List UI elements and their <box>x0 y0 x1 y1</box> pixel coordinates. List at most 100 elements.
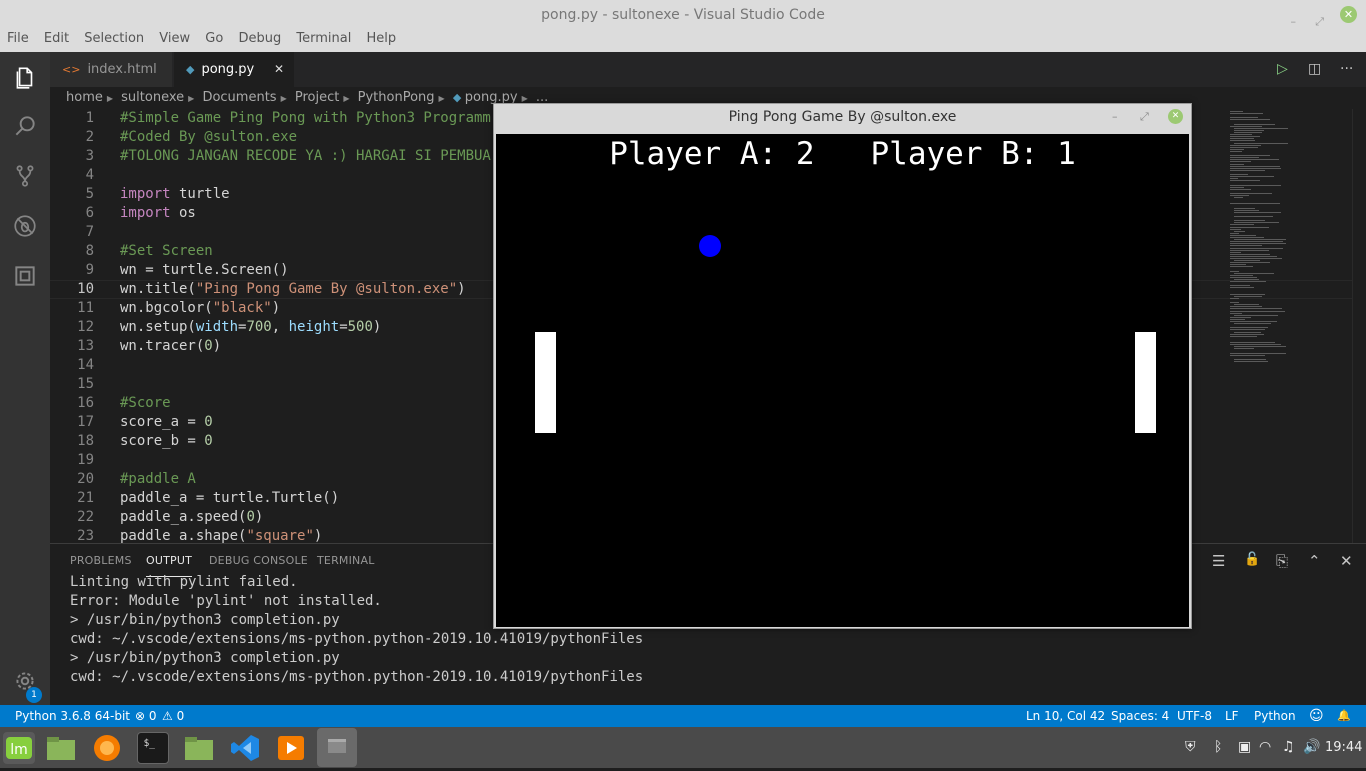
svg-text:$_: $_ <box>144 738 156 749</box>
pong-close-button[interactable]: ✕ <box>1168 109 1183 124</box>
minimap-line <box>1230 306 1262 308</box>
network-manager-icon[interactable]: ▣ <box>1238 739 1251 755</box>
menu-selection[interactable]: Selection <box>80 30 148 48</box>
breadcrumb-item[interactable]: PythonPong <box>358 90 435 105</box>
settings-badge: 1 <box>26 687 42 703</box>
more-actions-icon[interactable]: ··· <box>1340 61 1353 77</box>
output-line: Error: Module 'pylint' not installed. <box>70 593 382 609</box>
bluetooth-icon[interactable]: ᛒ <box>1214 739 1222 755</box>
files-icon[interactable] <box>0 54 50 102</box>
code-line: paddle_a.speed(0) <box>120 509 264 525</box>
minimap-line <box>1230 224 1254 226</box>
debug-icon[interactable] <box>0 202 50 250</box>
tab-label: index.html <box>87 62 157 77</box>
minimap-line <box>1234 211 1281 213</box>
panel-tab-problems[interactable]: PROBLEMS <box>70 554 132 567</box>
breadcrumb-item[interactable]: home <box>66 90 103 105</box>
window-icon[interactable] <box>317 728 357 767</box>
shield-icon[interactable]: ⛨ <box>1185 739 1196 755</box>
minimap-line <box>1230 234 1256 236</box>
menu-go[interactable]: Go <box>201 30 227 48</box>
folder-icon[interactable] <box>183 732 215 764</box>
menu-file[interactable]: File <box>3 30 33 48</box>
extensions-icon[interactable] <box>0 252 50 300</box>
minimap-line <box>1230 270 1239 272</box>
media-player-icon[interactable] <box>275 732 307 764</box>
tab-index-html[interactable]: <> index.html <box>50 52 172 87</box>
minimap-line <box>1230 161 1251 163</box>
language-mode[interactable]: Python <box>1254 705 1296 727</box>
pong-minimize-button[interactable]: – <box>1112 110 1118 123</box>
volume-icon[interactable]: 🔊 <box>1303 739 1320 755</box>
end-of-line[interactable]: LF <box>1225 705 1239 727</box>
minimap-line <box>1230 167 1281 169</box>
clear-output-icon[interactable]: ☰ <box>1212 552 1225 570</box>
terminal-icon[interactable]: $_ <box>137 732 169 764</box>
indentation[interactable]: Spaces: 4 <box>1111 705 1169 727</box>
minimap-line <box>1234 216 1273 217</box>
menu-terminal[interactable]: Terminal <box>292 30 355 48</box>
tab-close-icon[interactable]: ✕ <box>274 52 284 87</box>
minimap-line <box>1234 132 1262 133</box>
wifi-icon[interactable]: ◠ <box>1259 739 1271 755</box>
minimap-line <box>1230 312 1242 314</box>
breadcrumb-item[interactable]: Documents <box>202 90 276 105</box>
minimap[interactable] <box>1230 109 1355 369</box>
clock[interactable]: 19:44 <box>1325 740 1362 755</box>
lock-icon[interactable]: 🔓 <box>1244 552 1260 567</box>
pong-maximize-button[interactable]: ⤢ <box>1140 110 1149 124</box>
menu-view[interactable]: View <box>155 30 194 48</box>
line-number: 9 <box>85 262 94 278</box>
close-button[interactable]: ✕ <box>1340 6 1357 23</box>
encoding[interactable]: UTF-8 <box>1177 705 1212 727</box>
menu-debug[interactable]: Debug <box>234 30 285 48</box>
mint-menu-icon[interactable]: lm <box>3 732 35 764</box>
maximize-panel-icon[interactable]: ⌃ <box>1308 552 1321 570</box>
feedback-icon[interactable]: ☺ <box>1309 705 1324 727</box>
run-icon[interactable]: ▷ <box>1277 61 1288 77</box>
minimap-line <box>1230 111 1243 112</box>
breadcrumb-item[interactable]: Project <box>295 90 339 105</box>
code-line: paddle_a.shape("square") <box>120 528 323 543</box>
vertical-scrollbar[interactable] <box>1352 109 1366 543</box>
errors-count[interactable]: ⊗ 0 <box>135 705 157 727</box>
code-line: score_b = 0 <box>120 433 213 449</box>
cursor-position[interactable]: Ln 10, Col 42 <box>1026 705 1105 727</box>
pong-game-window[interactable]: Ping Pong Game By @sulton.exe – ⤢ ✕ Play… <box>493 103 1192 629</box>
vscode-icon[interactable] <box>229 732 261 764</box>
code-line: wn.setup(width=700, height=500) <box>120 319 382 335</box>
tab-pong-py[interactable]: ◆ pong.py ✕ <box>174 52 294 87</box>
gear-icon[interactable]: 1 <box>0 657 50 705</box>
minimap-line <box>1230 247 1283 249</box>
minimap-line <box>1234 348 1254 350</box>
ball <box>699 235 721 257</box>
bell-icon[interactable]: 🔔 <box>1337 705 1351 727</box>
files-icon[interactable] <box>45 732 77 764</box>
window-titlebar: pong.py - sultonexe - Visual Studio Code… <box>0 0 1366 30</box>
search-icon[interactable] <box>0 102 50 150</box>
line-number: 14 <box>77 357 94 373</box>
split-editor-icon[interactable]: ◫ <box>1308 61 1321 77</box>
game-canvas[interactable]: Player A: 2 Player B: 1 <box>496 134 1189 627</box>
breadcrumb-item[interactable]: sultonexe <box>121 90 184 105</box>
python-interpreter[interactable]: Python 3.6.8 64-bit <box>15 705 130 727</box>
menu-edit[interactable]: Edit <box>40 30 73 48</box>
minimap-line <box>1230 157 1259 159</box>
minimap-line <box>1230 342 1275 343</box>
panel-tab-output[interactable]: OUTPUT <box>146 554 193 577</box>
close-panel-icon[interactable]: ✕ <box>1340 552 1353 570</box>
menu-help[interactable]: Help <box>362 30 400 48</box>
menu-bar: File Edit Selection View Go Debug Termin… <box>0 30 1366 52</box>
minimap-line <box>1230 184 1281 186</box>
panel-tab-terminal[interactable]: TERMINAL <box>317 554 375 567</box>
minimap-line <box>1234 260 1260 262</box>
panel-tab-debug-console[interactable]: DEBUG CONSOLE <box>209 554 308 567</box>
line-number: 16 <box>77 395 94 411</box>
firefox-icon[interactable] <box>91 732 123 764</box>
minimap-line <box>1230 258 1282 259</box>
music-icon[interactable]: ♫ <box>1282 739 1295 755</box>
open-log-icon[interactable]: ⎘ <box>1276 552 1288 570</box>
warnings-count[interactable]: ⚠ 0 <box>162 705 184 727</box>
source-control-icon[interactable] <box>0 152 50 200</box>
minimap-line <box>1230 276 1257 278</box>
